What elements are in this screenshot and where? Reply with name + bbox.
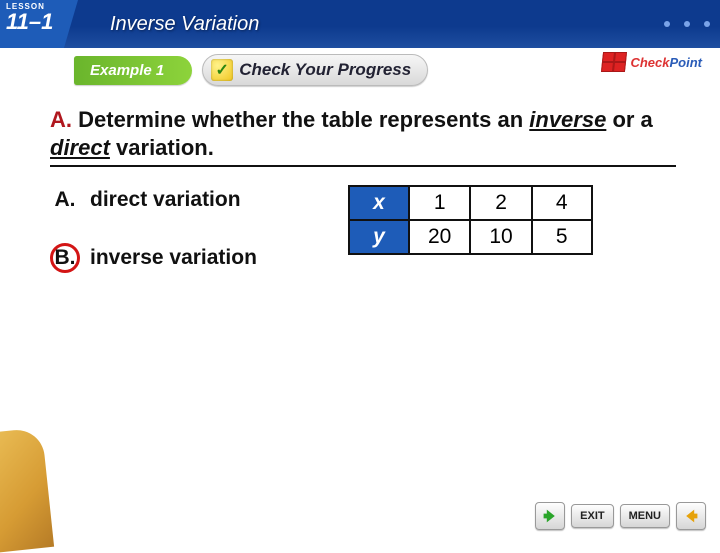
table-header-y: y: [349, 220, 409, 254]
question-direct: direct: [50, 135, 110, 160]
choice-a-letter: A.: [50, 185, 80, 215]
question-mid: or a: [606, 107, 652, 132]
data-table: x 1 2 4 y 20 10 5: [348, 185, 593, 255]
choice-a[interactable]: A. direct variation: [50, 185, 330, 215]
nav-bar: EXIT MENU: [535, 502, 706, 530]
next-button[interactable]: [676, 502, 706, 530]
header-bar: LESSON 11–1 Inverse Variation: [0, 0, 720, 48]
question-part2: variation.: [110, 135, 214, 160]
lesson-tab: LESSON 11–1: [0, 0, 78, 48]
question-inverse: inverse: [529, 107, 606, 132]
choice-b-text: inverse variation: [90, 246, 257, 270]
checkpoint-check: Check: [630, 55, 669, 70]
table-cell: 20: [409, 220, 470, 254]
page-title: Inverse Variation: [110, 13, 259, 36]
checkpoint-badge: CheckPoint: [602, 52, 702, 72]
exit-button[interactable]: EXIT: [571, 504, 613, 528]
content-area: A. Determine whether the table represent…: [0, 92, 720, 301]
table-cell: 4: [532, 186, 592, 220]
check-icon: ✓: [211, 59, 233, 81]
question-letter: A.: [50, 107, 72, 132]
menu-button[interactable]: MENU: [620, 504, 670, 528]
table-cell: 5: [532, 220, 592, 254]
table-cell: 2: [470, 186, 531, 220]
choice-b-letter: B.: [50, 243, 80, 273]
check-progress-pill: ✓ Check Your Progress: [202, 54, 428, 86]
table-row-x: x 1 2 4: [349, 186, 592, 220]
check-progress-label: Check Your Progress: [239, 60, 411, 80]
table-cell: 10: [470, 220, 531, 254]
table-header-x: x: [349, 186, 409, 220]
arrow-right-icon: [683, 508, 699, 524]
header-decor-dots: [664, 0, 710, 48]
lesson-number: 11–1: [6, 9, 53, 35]
question-part1: Determine whether the table represents a…: [78, 107, 529, 132]
prev-button[interactable]: [535, 502, 565, 530]
table-row-y: y 20 10 5: [349, 220, 592, 254]
choice-a-text: direct variation: [90, 188, 241, 212]
checkpoint-point: Point: [670, 55, 703, 70]
example-badge: Example 1: [74, 56, 192, 85]
answer-choices: A. direct variation B. inverse variation: [50, 185, 330, 301]
table-cell: 1: [409, 186, 470, 220]
question-text: A. Determine whether the table represent…: [50, 106, 676, 167]
corner-decoration: [0, 427, 54, 552]
choice-b[interactable]: B. inverse variation: [50, 243, 330, 273]
arrow-left-icon: [542, 508, 558, 524]
checkpoint-icon: [601, 52, 627, 72]
